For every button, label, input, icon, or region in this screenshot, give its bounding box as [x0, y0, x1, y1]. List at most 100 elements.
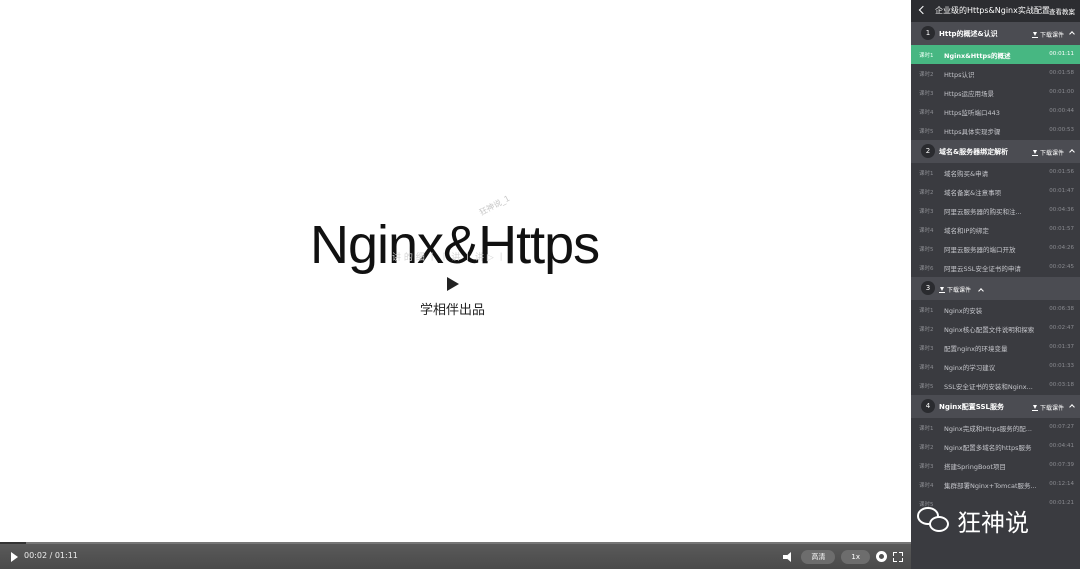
volume-icon[interactable] — [783, 551, 795, 562]
gear-icon[interactable] — [876, 551, 887, 562]
lesson-item[interactable]: 课时4 Nginx的学习建议 00:01:33 — [911, 357, 1080, 376]
lesson-title: 阿里云服务器的端口开放 — [944, 246, 1016, 254]
speed-button[interactable]: 1x — [841, 549, 870, 564]
lesson-title: 阿里云SSL安全证书的申请 — [944, 265, 1021, 273]
lesson-item[interactable]: 课时1 Nginx的安装 00:06:38 — [911, 300, 1080, 319]
lesson-title: Nginx核心配置文件说明和探索 — [944, 326, 1035, 334]
chapter-title: Http的概述&认识 — [939, 30, 998, 38]
lesson-title: Https具体实现步骤 — [944, 128, 1001, 136]
download-courseware-button[interactable]: 下载课件 — [1031, 30, 1064, 39]
lesson-number: 课时5 — [919, 129, 934, 135]
lesson-number: 课时2 — [919, 327, 934, 333]
lesson-number: 课时4 — [919, 365, 934, 371]
download-icon — [939, 286, 945, 293]
lesson-title: 域名备案&注意事项 — [944, 189, 1002, 197]
lesson-number: 课时6 — [919, 266, 934, 272]
lesson-number: 课时2 — [919, 445, 934, 451]
lesson-number: 课时4 — [919, 110, 934, 116]
lesson-item[interactable]: 课时4 Https监听端口443 00:00:44 — [911, 102, 1080, 121]
download-label: 下载课件 — [1039, 150, 1064, 157]
lesson-duration: 00:04:41 — [1049, 443, 1074, 449]
play-pause-button[interactable] — [11, 552, 18, 562]
download-courseware-button[interactable]: 下载课件 — [1031, 403, 1064, 412]
chevron-up-icon[interactable] — [1069, 149, 1075, 155]
download-label: 下载课件 — [947, 287, 972, 294]
lesson-duration: 00:12:14 — [1049, 481, 1074, 487]
lesson-item[interactable]: 课时3 配置nginx的环境变量 00:01:37 — [911, 338, 1080, 357]
view-notes-link[interactable]: 查看教案 — [1049, 6, 1075, 16]
lesson-item[interactable]: 课时4 集群部署Nginx+Tomcat服务... 00:12:14 — [911, 475, 1080, 494]
player-right-controls: 高清 1x — [783, 544, 903, 569]
lesson-duration: 00:02:47 — [1049, 325, 1074, 331]
download-icon — [1031, 149, 1038, 156]
download-icon — [1031, 404, 1038, 411]
play-icon[interactable] — [447, 277, 459, 291]
download-courseware-button[interactable]: 下载课件 — [1031, 148, 1064, 157]
lesson-item[interactable]: 课时1 Nginx完成和Https服务的配... 00:07:27 — [911, 418, 1080, 437]
download-icon — [1031, 31, 1038, 38]
chapter-header[interactable]: 3 下载课件 — [911, 277, 1080, 300]
lesson-number: 课时1 — [919, 308, 934, 314]
lesson-number: 课时3 — [919, 209, 934, 215]
download-courseware-button[interactable]: 下载课件 — [939, 285, 984, 294]
lesson-duration: 00:04:26 — [1049, 245, 1074, 251]
lesson-title: Nginx完成和Https服务的配... — [944, 425, 1032, 433]
chapter-list: 1 Http的概述&认识 下载课件 课时1 Nginx&Https的概述 00:01:11… — [911, 22, 1080, 513]
watermark-text: 狂神说 — [957, 508, 1029, 537]
lesson-duration: 00:00:44 — [1049, 108, 1074, 114]
chapter-number: 4 — [921, 399, 935, 413]
fullscreen-icon[interactable] — [893, 551, 903, 562]
lesson-title: 集群部署Nginx+Tomcat服务... — [944, 482, 1036, 490]
lesson-duration: 00:01:33 — [1049, 363, 1074, 369]
video-stage[interactable]: Nginx&Https 狂神说_1 讲 的 细 丨 丨 讲 丨 讲 ▷ 丨 学相… — [0, 0, 911, 569]
quality-button[interactable]: 高清 — [801, 549, 836, 564]
lesson-item[interactable]: 课时2 Nginx配置多域名的https服务 00:04:41 — [911, 437, 1080, 456]
download-label: 下载课件 — [1039, 32, 1064, 39]
progress-bar[interactable] — [0, 542, 911, 544]
lesson-title: 搭建SpringBoot项目 — [944, 463, 1006, 471]
lesson-duration: 00:01:37 — [1049, 344, 1074, 350]
chapter-header[interactable]: 1 Http的概述&认识 下载课件 — [911, 22, 1080, 45]
lesson-item[interactable]: 课时5 阿里云服务器的端口开放 00:04:26 — [911, 239, 1080, 258]
lesson-item[interactable]: 课时6 阿里云SSL安全证书的申请 00:02:45 — [911, 258, 1080, 277]
slide-title: Nginx&Https — [310, 215, 600, 275]
lesson-item[interactable]: 课时5 SSL安全证书的安装和Nginx... 00:03:18 — [911, 376, 1080, 395]
lesson-number: 课时4 — [919, 228, 934, 234]
lesson-item[interactable]: 课时1 域名购买&申请 00:01:56 — [911, 163, 1080, 182]
chapter-header[interactable]: 4 Nginx配置SSL服务 下载课件 — [911, 395, 1080, 418]
lesson-item[interactable]: 课时2 Nginx核心配置文件说明和探索 00:02:47 — [911, 319, 1080, 338]
lesson-duration: 00:01:58 — [1049, 70, 1074, 76]
lesson-duration: 00:02:45 — [1049, 264, 1074, 270]
producer-caption: 学相伴出品 — [420, 303, 486, 318]
download-label: 下载课件 — [1039, 405, 1064, 412]
lesson-item[interactable]: 课时3 Https运应用场景 00:01:00 — [911, 83, 1080, 102]
lesson-number: 课时3 — [919, 91, 934, 97]
lesson-title: Nginx的安装 — [944, 307, 983, 315]
chevron-up-icon[interactable] — [1069, 31, 1075, 37]
lesson-item[interactable]: 课时4 域名和IP的绑定 00:01:57 — [911, 220, 1080, 239]
lesson-duration: 00:06:38 — [1049, 306, 1074, 312]
chevron-up-icon[interactable] — [1069, 404, 1075, 410]
lesson-item[interactable]: 课时2 Https认识 00:01:58 — [911, 64, 1080, 83]
lesson-duration: 00:01:56 — [1049, 169, 1074, 175]
lesson-item[interactable]: 课时2 域名备案&注意事项 00:01:47 — [911, 182, 1080, 201]
chapter-number: 1 — [921, 26, 935, 40]
lesson-duration: 00:07:39 — [1049, 462, 1074, 468]
lesson-item[interactable]: 课时3 搭建SpringBoot项目 00:07:39 — [911, 456, 1080, 475]
chapter-number: 3 — [921, 281, 935, 295]
progress-fill — [0, 542, 26, 544]
chapter-header[interactable]: 2 域名&服务器绑定解析 下载课件 — [911, 140, 1080, 163]
lesson-title: 域名购买&申请 — [944, 170, 989, 178]
back-icon[interactable] — [918, 5, 928, 15]
lesson-number: 课时2 — [919, 72, 934, 78]
chapter-title: Nginx配置SSL服务 — [939, 403, 1004, 411]
lesson-title: Https运应用场景 — [944, 90, 994, 98]
lesson-duration: 00:01:57 — [1049, 226, 1074, 232]
lesson-duration: 00:07:27 — [1049, 424, 1074, 430]
lesson-item[interactable]: 课时1 Nginx&Https的概述 00:01:11 — [911, 45, 1080, 64]
chevron-up-icon[interactable] — [978, 287, 984, 294]
lesson-title: SSL安全证书的安装和Nginx... — [944, 383, 1033, 391]
lesson-item[interactable]: 课时5 Https具体实现步骤 00:00:53 — [911, 121, 1080, 140]
lesson-duration: 00:04:36 — [1049, 207, 1074, 213]
lesson-item[interactable]: 课时3 阿里云服务器的购买和注... 00:04:36 — [911, 201, 1080, 220]
